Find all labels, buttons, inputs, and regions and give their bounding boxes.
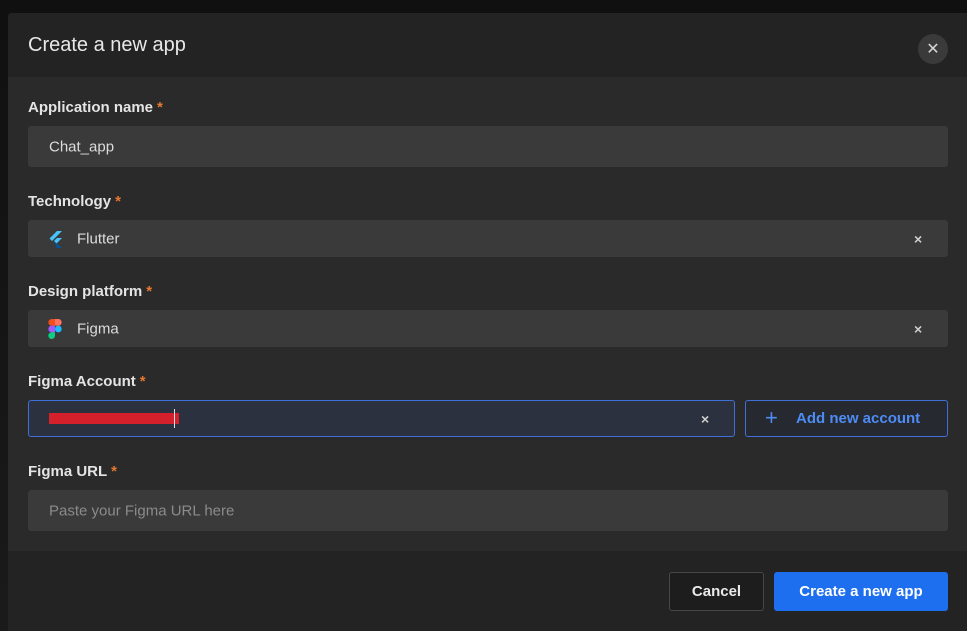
technology-clear-button[interactable]: × xyxy=(914,231,922,247)
design-platform-value: Figma xyxy=(77,320,119,337)
figma-url-label: Figma URL * xyxy=(28,463,117,480)
modal-body: Application name * Chat_app Technology * F… xyxy=(8,77,967,551)
technology-value: Flutter xyxy=(77,230,120,247)
close-icon: ✕ xyxy=(926,41,940,58)
figma-account-select[interactable]: × xyxy=(28,400,735,437)
technology-label: Technology * xyxy=(28,193,121,210)
technology-select[interactable]: Flutter × xyxy=(28,220,948,257)
app-name-label-text: Application name xyxy=(28,99,154,116)
figma-url-placeholder: Paste your Figma URL here xyxy=(49,502,235,519)
design-platform-clear-button[interactable]: × xyxy=(914,321,922,337)
app-name-label: Application name * xyxy=(28,99,163,116)
close-button[interactable]: ✕ xyxy=(918,34,948,64)
required-mark: * xyxy=(157,99,163,116)
create-app-button[interactable]: Create a new app xyxy=(774,572,948,611)
cancel-button[interactable]: Cancel xyxy=(669,572,764,611)
figma-url-label-text: Figma URL xyxy=(28,463,108,480)
design-platform-label: Design platform * xyxy=(28,283,152,300)
figma-account-clear-button[interactable]: × xyxy=(701,411,709,427)
design-platform-label-text: Design platform xyxy=(28,283,143,300)
plus-icon: + xyxy=(765,405,778,430)
text-cursor xyxy=(174,409,175,428)
required-mark: * xyxy=(146,283,153,300)
figma-icon xyxy=(48,318,62,339)
required-mark: * xyxy=(111,463,118,480)
modal-footer: Cancel Create a new app xyxy=(8,551,967,631)
figma-url-input[interactable]: Paste your Figma URL here xyxy=(28,490,948,531)
figma-account-label-text: Figma Account xyxy=(28,373,136,390)
required-mark: * xyxy=(139,373,146,390)
app-name-input[interactable]: Chat_app xyxy=(28,126,948,167)
add-new-account-button[interactable]: + Add new account xyxy=(745,400,948,437)
app-name-value: Chat_app xyxy=(49,138,115,155)
modal-header: Create a new app ✕ xyxy=(8,13,967,77)
add-new-account-label: Add new account xyxy=(796,410,921,427)
create-app-modal: Create a new app ✕ Application name * Cha… xyxy=(8,13,967,631)
figma-account-label: Figma Account * xyxy=(28,373,146,390)
design-platform-select[interactable]: Figma × xyxy=(28,310,948,347)
modal-title: Create a new app xyxy=(28,34,186,56)
technology-label-text: Technology xyxy=(28,193,112,210)
required-mark: * xyxy=(115,193,121,210)
flutter-icon xyxy=(49,230,62,248)
redacted-account-email xyxy=(49,413,179,424)
